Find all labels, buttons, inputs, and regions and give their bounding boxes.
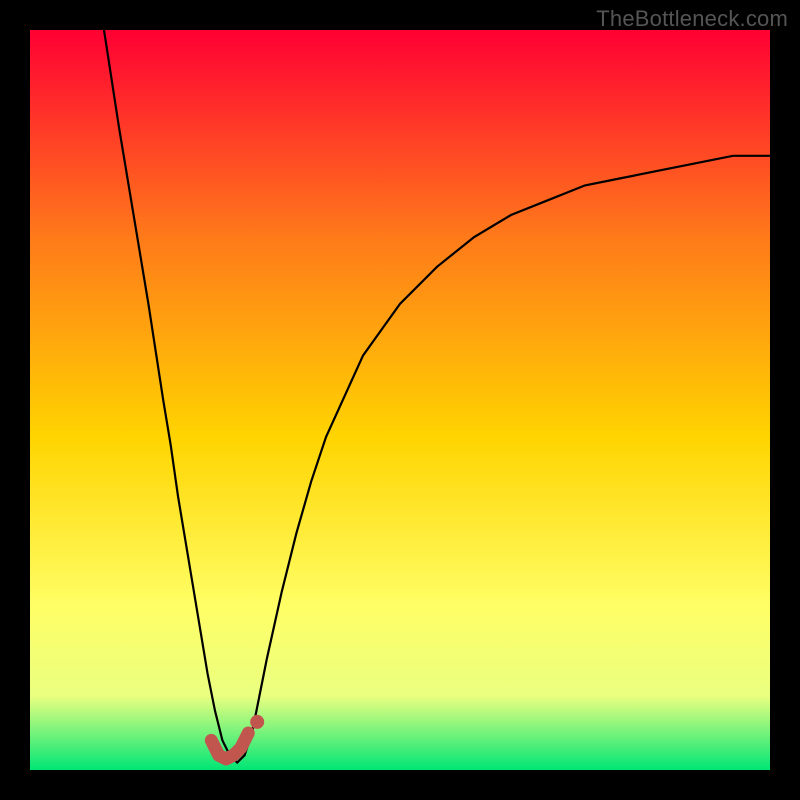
chart-frame: TheBottleneck.com: [0, 0, 800, 800]
chart-svg: [30, 30, 770, 770]
gradient-background: [30, 30, 770, 770]
watermark-text: TheBottleneck.com: [596, 6, 788, 32]
plot-area: [30, 30, 770, 770]
marker-dot: [250, 715, 264, 729]
